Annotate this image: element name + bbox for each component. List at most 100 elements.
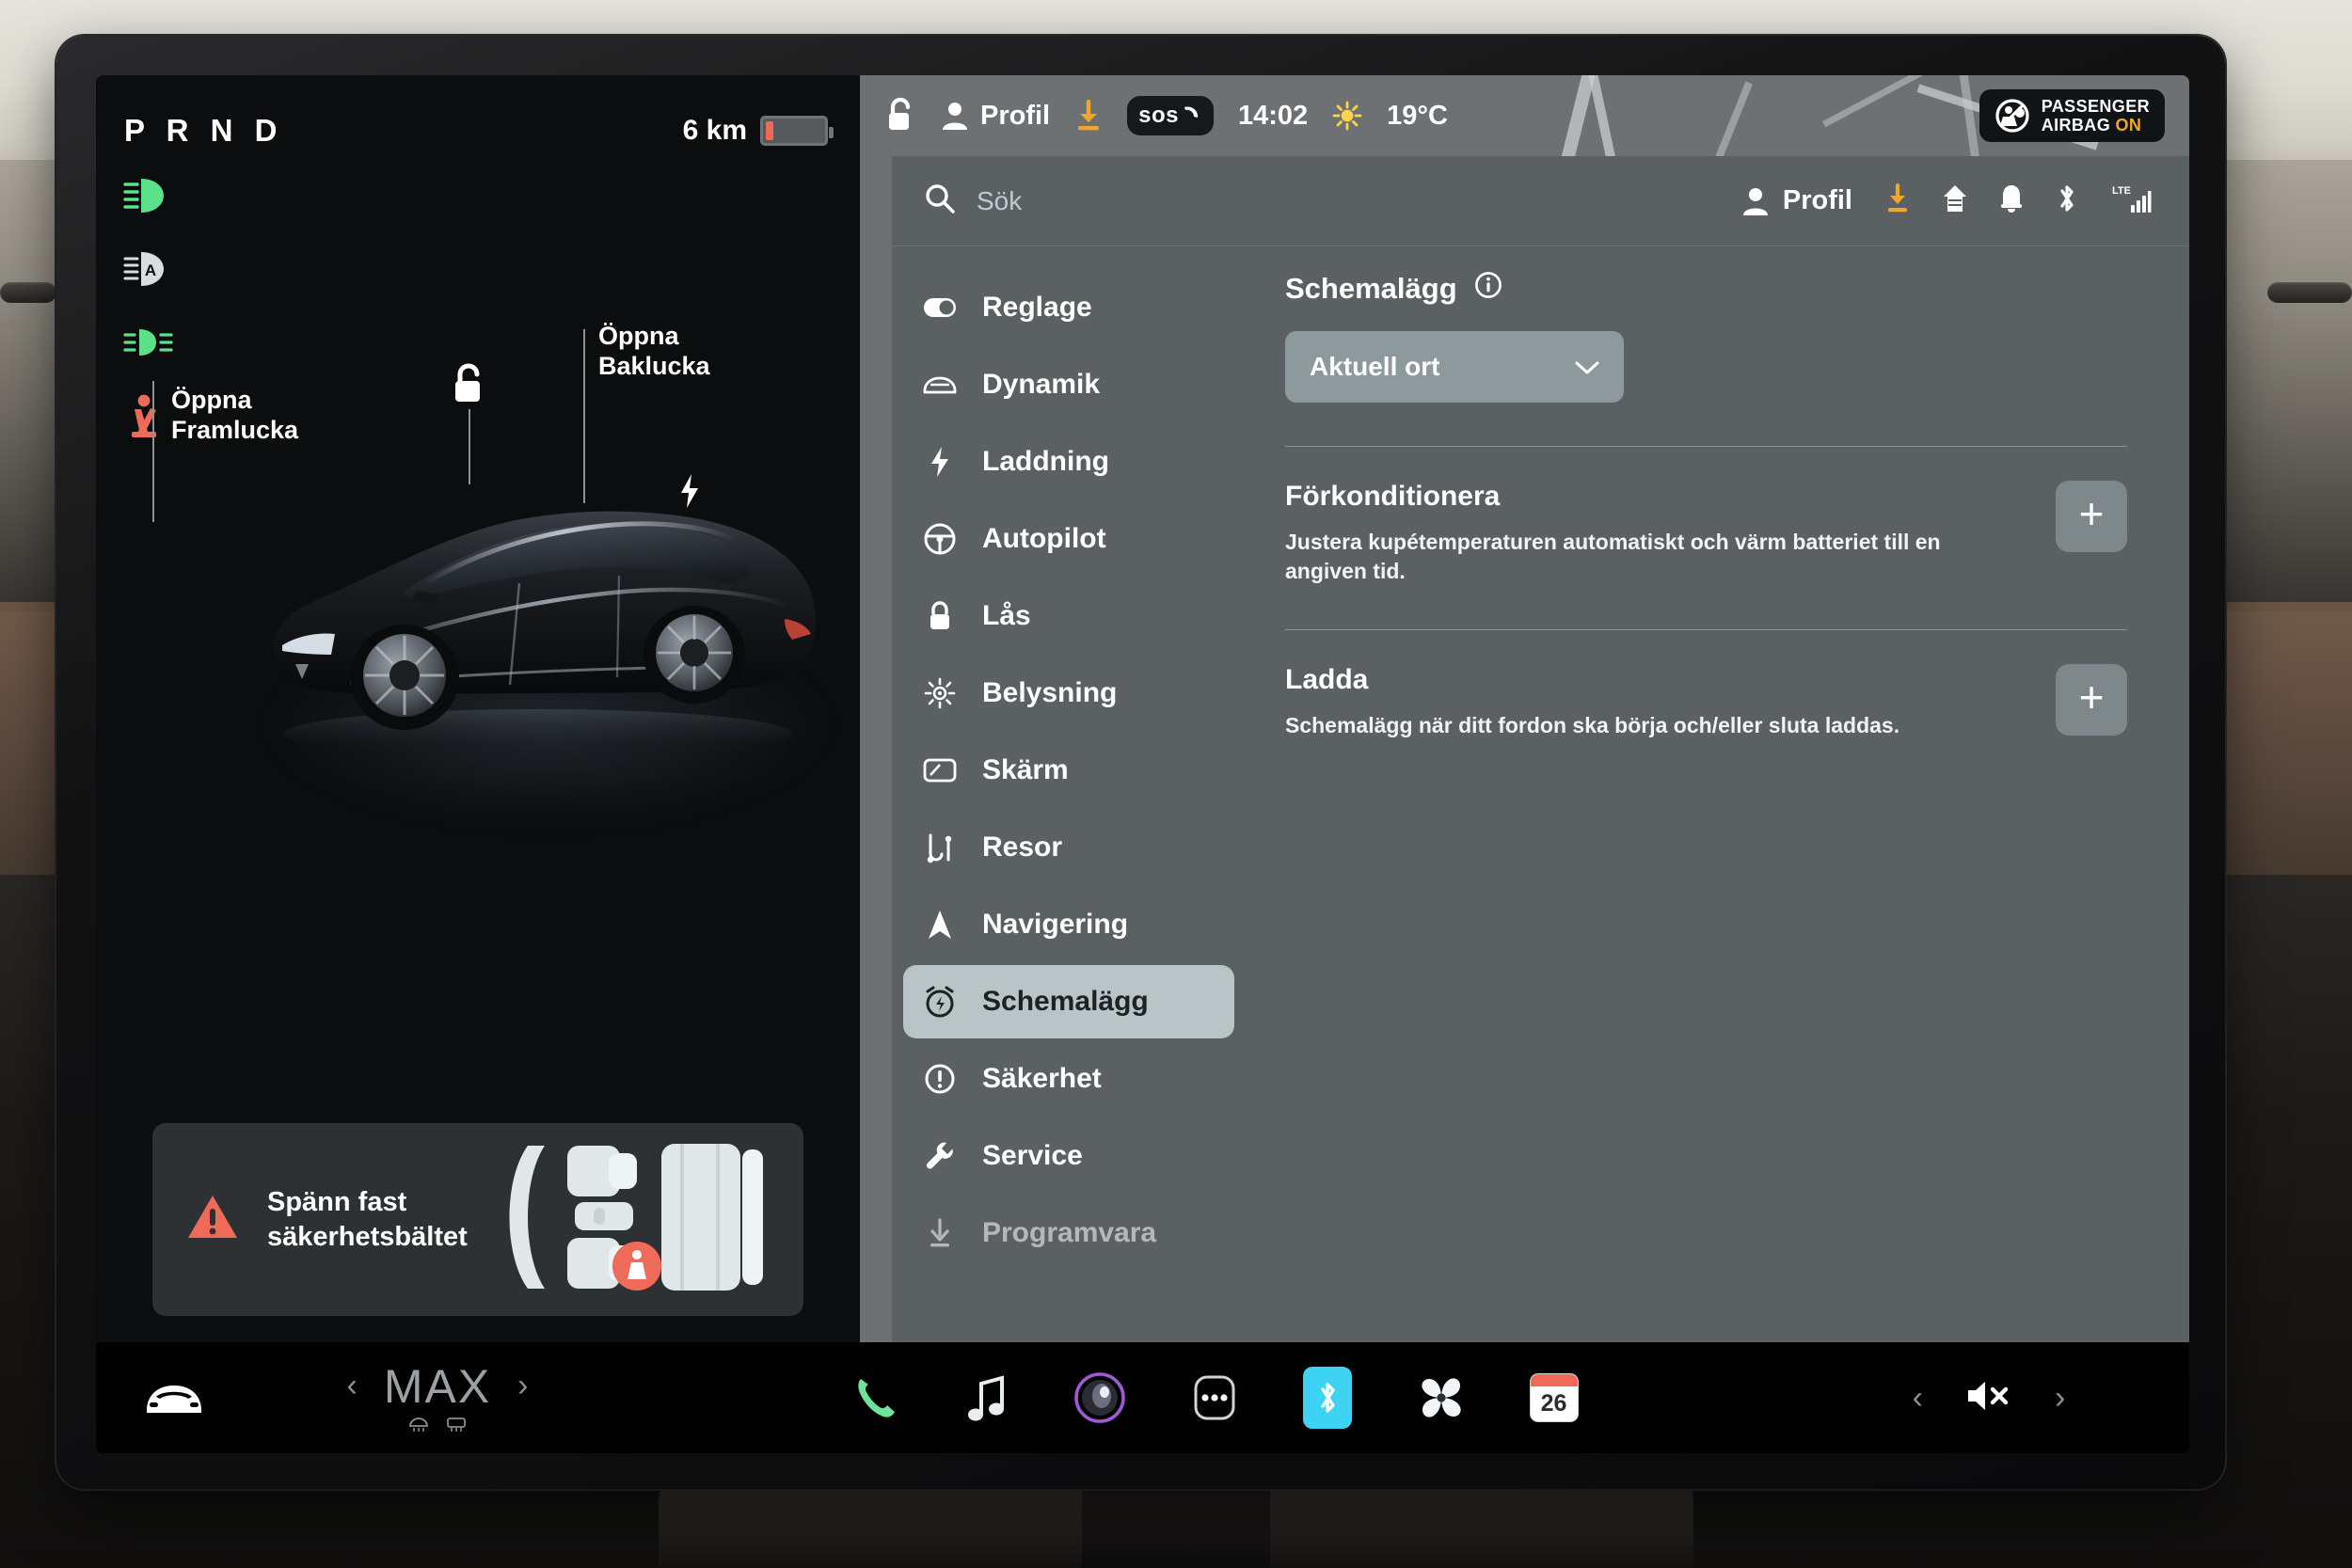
trunk-callout-line2: Baklucka (598, 351, 710, 380)
range-and-battery: 6 km (682, 115, 834, 147)
main-display-area: P R N D 6 km A Öppna Framlucka Öppna Bak… (96, 75, 2189, 1342)
sos-button[interactable]: sos (1127, 96, 1214, 135)
frunk-leader-line (152, 381, 154, 522)
sidebar-item-las[interactable]: Lås (903, 579, 1234, 653)
sidebar-item-laddning[interactable]: Laddning (903, 425, 1234, 499)
sidebar-item-dynamik[interactable]: Dynamik (903, 348, 1234, 421)
map-and-settings-panel: Profil sos 14:02 19°C PASSENGER AIRBAG O… (860, 75, 2189, 1342)
sidebar-item-skarm[interactable]: Skärm (903, 734, 1234, 807)
media-player-icon[interactable] (1073, 1371, 1126, 1424)
calendar-day: 26 (1540, 1390, 1567, 1417)
rear-defrost-icon[interactable] (407, 1416, 430, 1437)
add-charge-schedule-button[interactable]: + (2056, 664, 2127, 736)
sidebar-item-navigering[interactable]: Navigering (903, 888, 1234, 961)
music-icon[interactable] (964, 1372, 1009, 1423)
sun-icon (1332, 101, 1362, 131)
temp-increase-button[interactable]: › (517, 1368, 528, 1404)
sidebar-item-reglage[interactable]: Reglage (903, 271, 1234, 344)
frunk-callout: Öppna Framlucka (171, 386, 298, 446)
volume-muted-icon[interactable] (1964, 1377, 2013, 1419)
content-title-row: Schemalägg (1285, 271, 2127, 307)
high-beam-icon (122, 174, 175, 217)
unlock-status-icon[interactable] (884, 97, 916, 135)
temp-decrease-button[interactable]: ‹ (346, 1368, 357, 1404)
gear-indicator: P R N D (124, 113, 284, 148)
status-bar: Profil sos 14:02 19°C PASSENGER AIRBAG O… (860, 75, 2189, 156)
phone-handset-icon (1184, 106, 1199, 118)
chevron-down-icon (1575, 352, 1599, 382)
section-ladda: Ladda Schemalägg när ditt fordon ska bör… (1285, 630, 2127, 740)
trips-icon (922, 832, 958, 863)
car-controls-button[interactable] (141, 1378, 282, 1418)
sidebar-label: Service (982, 1140, 1083, 1171)
tesla-touchscreen: P R N D 6 km A Öppna Framlucka Öppna Bak… (96, 75, 2189, 1453)
bolt-icon (922, 446, 958, 478)
vehicle-render (272, 511, 817, 758)
climate-fan-icon[interactable] (1416, 1372, 1467, 1423)
bottom-taskbar: ‹ MAX › 26 ‹ › (96, 1342, 2189, 1453)
seatbelt-warning-line2: säkerhetsbältet (267, 1221, 468, 1252)
location-select[interactable]: Aktuell ort (1285, 331, 1624, 403)
info-icon[interactable] (1474, 271, 1502, 307)
sidebar-item-sakerhet[interactable]: Säkerhet (903, 1042, 1234, 1116)
sidebar-item-programvara[interactable]: Programvara (903, 1196, 1234, 1270)
lock-icon (922, 600, 958, 632)
sidebar-item-autopilot[interactable]: Autopilot (903, 502, 1234, 576)
frunk-callout-line2: Framlucka (171, 415, 299, 444)
calendar-icon[interactable]: 26 (1530, 1374, 1578, 1421)
sidebar-item-schemalagg[interactable]: Schemalägg (903, 965, 1234, 1038)
trunk-callout: Öppna Baklucka (598, 322, 710, 382)
bluetooth-icon[interactable] (2056, 182, 2078, 219)
sidebar-label: Säkerhet (982, 1063, 1102, 1094)
defroster-buttons (407, 1416, 468, 1437)
airbag-line1: PASSENGER (2041, 96, 2150, 116)
volume-increase-button[interactable]: › (2055, 1380, 2065, 1417)
sidebar-label: Laddning (982, 446, 1109, 477)
section-heading: Ladda (1285, 664, 1369, 696)
frunk-callout-line1: Öppna (171, 386, 252, 414)
display-icon (922, 757, 958, 784)
trunk-callout-line1: Öppna (598, 322, 679, 350)
unlock-icon[interactable] (450, 362, 489, 412)
driver-status-panel: P R N D 6 km A Öppna Framlucka Öppna Bak… (96, 75, 860, 1342)
bluetooth-icon[interactable] (1302, 1367, 1352, 1429)
section-forkonditionera: Förkonditionera Justera kupétemperaturen… (1285, 447, 2127, 586)
sidebar-label: Resor (982, 832, 1063, 863)
software-download-icon[interactable] (1074, 100, 1103, 132)
sidebar-item-resor[interactable]: Resor (903, 811, 1234, 884)
warning-triangle-icon (186, 1193, 239, 1246)
profile-label: Profil (980, 100, 1051, 131)
header-profile-button[interactable]: Profil (1741, 185, 1852, 216)
battery-indicator (760, 116, 834, 146)
sidebar-item-belysning[interactable]: Belysning (903, 657, 1234, 730)
volume-decrease-button[interactable]: ‹ (1913, 1380, 1923, 1417)
software-download-icon[interactable] (1884, 182, 1911, 218)
vehicle-visualization: Öppna Framlucka Öppna Baklucka (96, 216, 860, 1025)
sidebar-item-service[interactable]: Service (903, 1119, 1234, 1193)
navigation-arrow-icon (922, 909, 958, 941)
toggle-icon (922, 297, 958, 318)
warning-circle-icon (922, 1063, 958, 1095)
home-icon[interactable] (1943, 183, 1967, 218)
front-defrost-icon[interactable] (445, 1416, 468, 1437)
search-icon (924, 182, 956, 219)
search-input[interactable]: Sök (977, 186, 1022, 216)
location-select-value: Aktuell ort (1310, 352, 1440, 381)
profile-button[interactable]: Profil (941, 101, 1050, 132)
alarm-clock-icon (922, 985, 958, 1019)
seatbelt-warning-card[interactable]: Spänn fast säkerhetsbältet (152, 1123, 803, 1316)
passenger-airbag-status: PASSENGER AIRBAG ON (1979, 88, 2165, 143)
more-apps-icon[interactable] (1190, 1371, 1239, 1424)
car-icon (922, 373, 958, 396)
range-value: 6 km (682, 115, 747, 146)
settings-content: Schemalägg Aktuell ort Förkonditionera J… (1248, 246, 2189, 1342)
settings-body: Reglage Dynamik Laddning Autopilot Lås B… (892, 246, 2189, 1342)
section-heading: Förkonditionera (1285, 481, 1501, 512)
phone-icon[interactable] (850, 1372, 900, 1423)
sidebar-label: Navigering (982, 909, 1129, 940)
driver-climate-control[interactable]: ‹ MAX › (282, 1359, 593, 1437)
battery-fill (766, 121, 773, 140)
search-bar[interactable]: Sök (924, 182, 1721, 219)
bell-icon[interactable] (1999, 183, 2024, 218)
add-precondition-schedule-button[interactable]: + (2056, 481, 2127, 552)
